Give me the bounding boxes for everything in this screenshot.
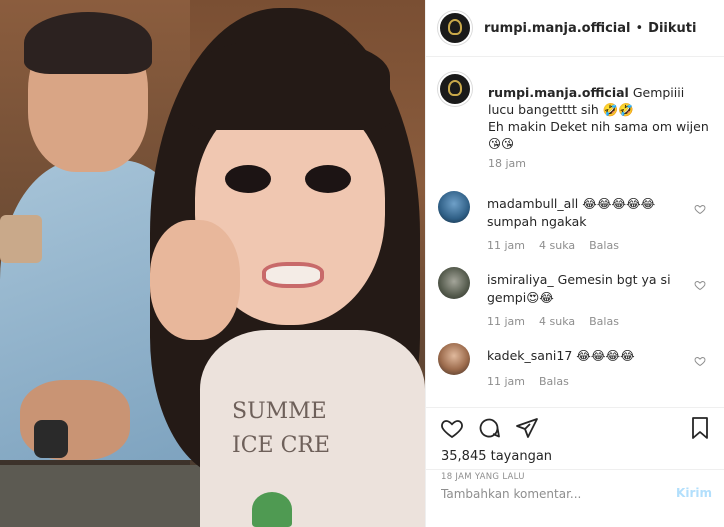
comments-list[interactable]: rumpi.manja.official Gempiiii lucu bange… [426,57,724,407]
girl-hand [150,220,240,340]
comment-username[interactable]: ismiraliya_ [487,272,554,287]
comment-text: ismiraliya_ Gemesin bgt ya si gempi😍😂 [487,271,682,307]
header-username[interactable]: rumpi.manja.official [484,21,630,36]
small-heart-icon[interactable] [694,203,706,218]
avatar[interactable] [438,72,472,106]
comment-likes[interactable]: 4 suka [539,239,575,252]
comment-time[interactable]: 11 jam [487,239,525,252]
caption-body-line2: Eh makin Deket nih sama om wijen 😘😘 [488,119,709,151]
list-item: ismiraliya_ Gemesin bgt ya si gempi😍😂 11… [438,267,718,337]
toy [252,492,292,527]
reply-button[interactable]: Balas [589,315,619,328]
comment-username[interactable]: madambull_all [487,196,578,211]
comment-likes[interactable]: 4 suka [539,315,575,328]
comment-meta: 11 jam 4 suka Balas [487,239,633,252]
shirt-print-line: ICE CRE [232,433,331,458]
comment-input[interactable] [441,480,671,508]
list-item: kadek_sani17 😂😂😂😂 11 jam Balas [438,343,718,407]
comment-time[interactable]: 11 jam [487,315,525,328]
follow-status-button[interactable]: Diikuti [648,21,696,36]
add-comment-bar: Kirim [426,469,724,527]
post-side-panel: rumpi.manja.official • Diikuti rumpi.man… [425,0,724,527]
comment-username[interactable]: kadek_sani17 [487,348,572,363]
comment-text: madambull_all 😂😂😂😂😂 sumpah ngakak [487,195,682,231]
small-heart-icon[interactable] [694,355,706,370]
girl-bangs [190,40,390,130]
man-hair [24,12,152,74]
comment-time[interactable]: 11 jam [487,375,525,388]
avatar[interactable] [438,191,470,223]
comment-body: 😂😂😂😂 [572,348,635,363]
shirt-print: SUMME ICE CRE [232,395,402,463]
small-heart-icon[interactable] [694,279,706,294]
send-button[interactable]: Kirim [676,486,712,500]
left-eye [225,165,271,193]
mouth [262,262,324,288]
caption-text: rumpi.manja.official Gempiiii lucu bange… [488,84,710,152]
comment-meta: 11 jam 4 suka Balas [487,315,633,328]
cup [0,215,42,263]
comment-text: kadek_sani17 😂😂😂😂 [487,347,682,365]
shirt-print-line: SUMME [232,399,327,424]
bookmark-icon[interactable] [688,416,712,440]
separator-dot: • [635,20,644,36]
reply-button[interactable]: Balas [539,375,569,388]
post-header: rumpi.manja.official • Diikuti [426,0,724,57]
heart-icon[interactable] [440,416,464,440]
avatar[interactable] [438,11,472,45]
view-count[interactable]: 35,845 tayangan [441,449,552,464]
list-item: madambull_all 😂😂😂😂😂 sumpah ngakak 11 jam 4… [438,191,718,261]
right-eye [305,165,351,193]
avatar[interactable] [438,343,470,375]
caption-time[interactable]: 18 jam [488,157,526,170]
avatar[interactable] [438,267,470,299]
reply-button[interactable]: Balas [589,239,619,252]
crest-icon [448,80,462,96]
post-video[interactable]: SUMME ICE CRE [0,0,425,527]
crest-icon [448,19,462,35]
comment-meta: 11 jam Balas [487,375,583,388]
wristwatch [34,420,68,458]
comment-icon[interactable] [477,416,501,440]
paper-plane-icon[interactable] [515,416,539,440]
comment-body: 😂😂😂😂😂 [578,196,656,211]
caption-username[interactable]: rumpi.manja.official [488,85,629,100]
comment-body-line2: sumpah ngakak [487,214,587,229]
